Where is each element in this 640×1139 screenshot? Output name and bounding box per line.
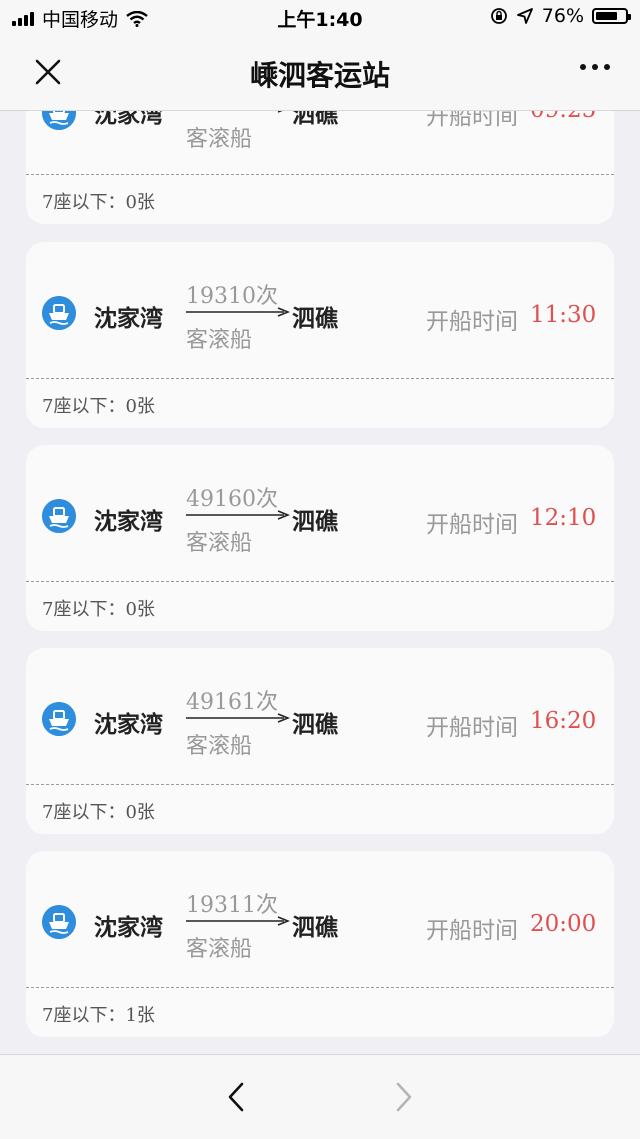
ship-type: 客滚船: [186, 531, 253, 556]
departure-time-label: 开船时间: [426, 110, 518, 130]
trip-list[interactable]: 沈家湾 客滚船 泗礁 开船时间 09:25 7座以下：0张 沈家湾 19310次…: [0, 110, 640, 1054]
departure-time-label: 开船时间: [426, 512, 518, 538]
trip-card[interactable]: 沈家湾 19310次 客滚船 泗礁 开船时间 11:30 7座以下：0张: [26, 242, 614, 428]
ship-type: 客滚船: [186, 734, 253, 759]
departure-time-label: 开船时间: [426, 715, 518, 741]
seat-availability: 7座以下：0张: [42, 192, 155, 213]
seat-availability: 7座以下：0张: [42, 802, 155, 823]
arrival-port: 泗礁: [292, 712, 338, 738]
card-divider: [26, 174, 614, 175]
departure-time-label: 开船时间: [426, 309, 518, 335]
route-arrow: [186, 307, 290, 317]
ship-icon: [42, 110, 76, 130]
arrival-port: 泗礁: [292, 110, 338, 128]
ship-type: 客滚船: [186, 127, 253, 152]
battery-fill: [596, 12, 617, 20]
ship-icon: [42, 905, 76, 939]
trip-card[interactable]: 沈家湾 客滚船 泗礁 开船时间 09:25 7座以下：0张: [26, 110, 614, 224]
battery-percent: 76%: [541, 5, 584, 27]
departure-port: 沈家湾: [94, 712, 163, 738]
trip-card[interactable]: 沈家湾 19311次 客滚船 泗礁 开船时间 20:00 7座以下：1张: [26, 851, 614, 1037]
arrival-port: 泗礁: [292, 306, 338, 332]
route-arrow: [186, 916, 290, 926]
seat-availability: 7座以下：0张: [42, 599, 155, 620]
more-icon[interactable]: [580, 64, 610, 70]
arrival-port: 泗礁: [292, 509, 338, 535]
ship-type: 客滚船: [186, 328, 253, 353]
departure-time: 16:20: [530, 708, 597, 734]
route-arrow: [186, 510, 290, 520]
card-divider: [26, 581, 614, 582]
arrival-port: 泗礁: [292, 915, 338, 941]
seat-availability: 7座以下：1张: [42, 1005, 155, 1026]
status-right: 76%: [490, 5, 631, 27]
departure-time: 09:25: [530, 110, 597, 123]
chevron-left-icon[interactable]: [226, 1081, 246, 1113]
departure-time: 20:00: [530, 911, 597, 937]
battery-icon: [592, 8, 631, 24]
card-divider: [26, 987, 614, 988]
ship-icon: [42, 702, 76, 736]
trip-card[interactable]: 沈家湾 49160次 客滚船 泗礁 开船时间 12:10 7座以下：0张: [26, 445, 614, 631]
chevron-right-icon[interactable]: [394, 1081, 414, 1113]
page-title: 嵊泗客运站: [249, 59, 390, 92]
ship-type: 客滚船: [186, 937, 253, 962]
route-arrow: [186, 713, 290, 723]
location-arrow-icon: [516, 8, 533, 24]
departure-port: 沈家湾: [94, 110, 163, 128]
departure-port: 沈家湾: [94, 915, 163, 941]
nav-bar: 嵊泗客运站: [0, 34, 640, 111]
orientation-lock-icon: [490, 8, 507, 24]
trip-card[interactable]: 沈家湾 49161次 客滚船 泗礁 开船时间 16:20 7座以下：0张: [26, 648, 614, 834]
departure-time: 12:10: [530, 505, 597, 531]
ship-icon: [42, 296, 76, 330]
seat-availability: 7座以下：0张: [42, 396, 155, 417]
departure-port: 沈家湾: [94, 306, 163, 332]
bottom-toolbar: [0, 1054, 640, 1139]
departure-port: 沈家湾: [94, 509, 163, 535]
status-bar: 中国移动 上午1:40 76%: [0, 0, 640, 34]
ship-icon: [42, 499, 76, 533]
departure-time: 11:30: [530, 302, 597, 328]
card-divider: [26, 378, 614, 379]
departure-time-label: 开船时间: [426, 918, 518, 944]
card-divider: [26, 784, 614, 785]
